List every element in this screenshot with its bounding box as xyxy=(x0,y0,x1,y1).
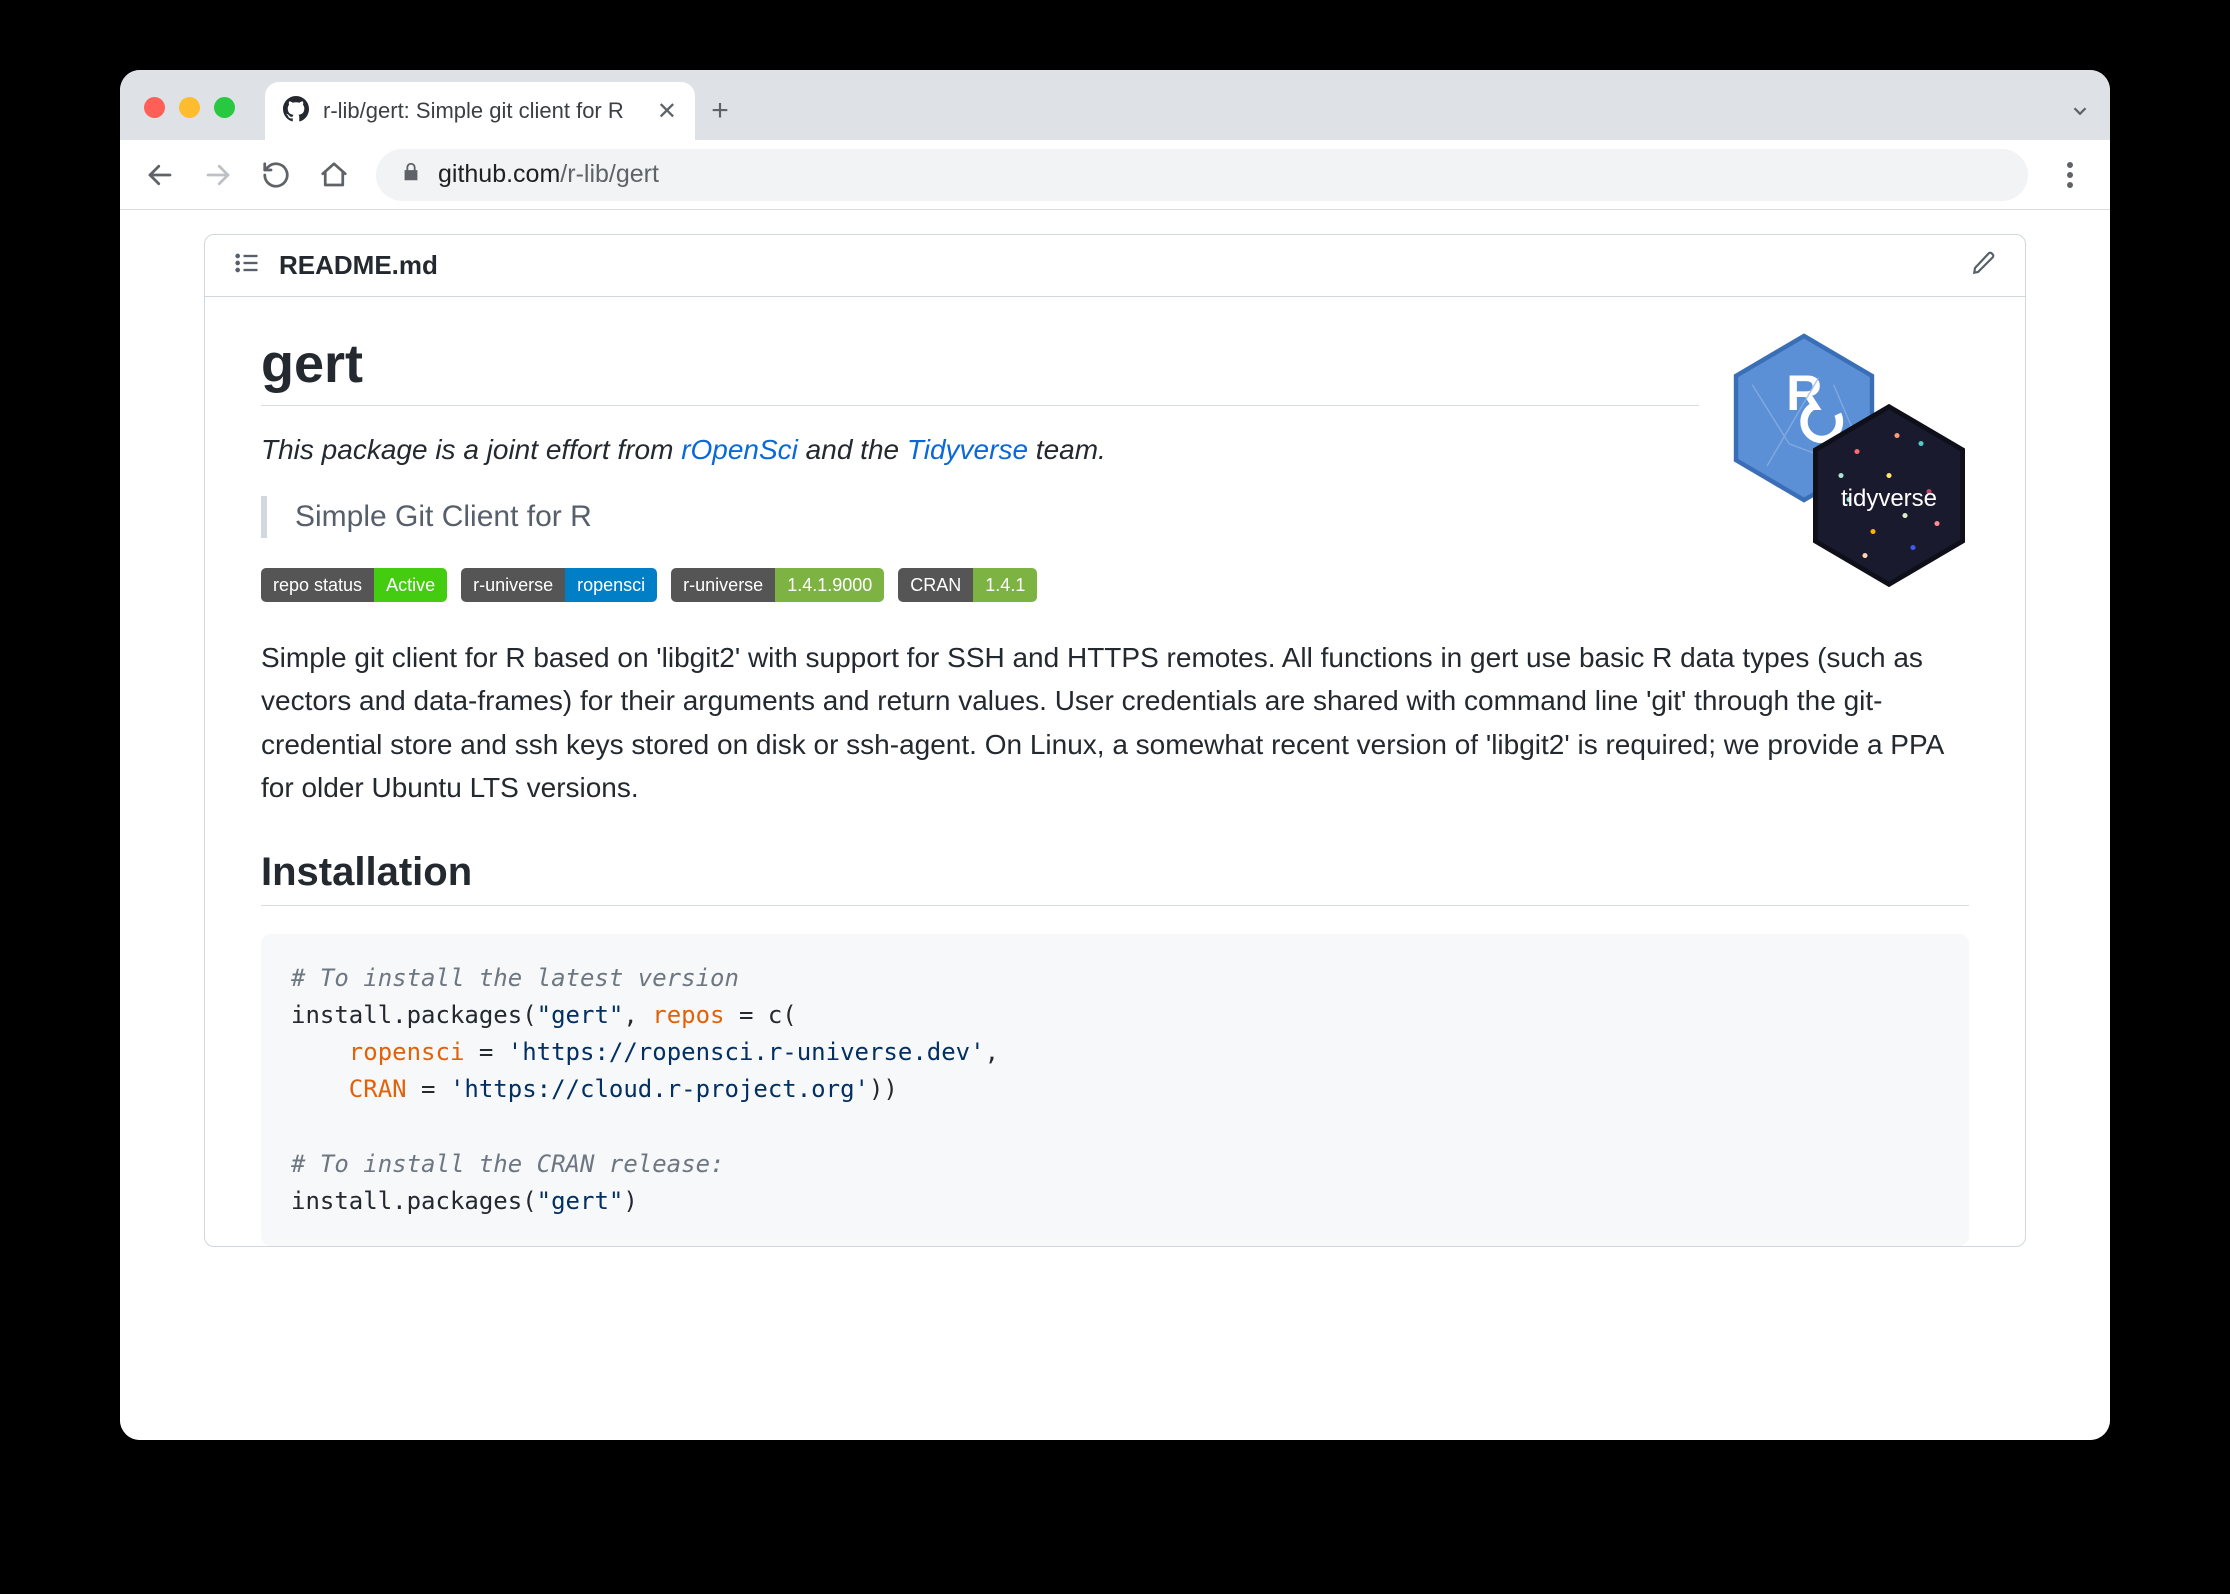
browser-menu-icon[interactable] xyxy=(2044,161,2096,189)
badges-row: repo statusActive r-universeropensci r-uni… xyxy=(261,568,1699,602)
tab-list-dropdown-icon[interactable] xyxy=(2050,82,2110,140)
minimize-window-button[interactable] xyxy=(179,97,200,118)
package-description: Simple git client for R based on 'libgit… xyxy=(261,636,1969,810)
close-window-button[interactable] xyxy=(144,97,165,118)
readme-panel: README.md gert This package is a joint e… xyxy=(204,234,2026,1247)
new-tab-button[interactable]: + xyxy=(695,82,745,140)
readme-panel-header: README.md xyxy=(205,235,2025,297)
tab-close-icon[interactable]: ✕ xyxy=(657,97,677,126)
browser-window: r-lib/gert: Simple git client for R ✕ + … xyxy=(120,70,2110,1440)
page-content: README.md gert This package is a joint e… xyxy=(120,210,2110,1440)
tidyverse-hex-icon: tidyverse xyxy=(1809,403,1969,588)
readme-body: gert This package is a joint effort from… xyxy=(205,297,2025,1246)
badge[interactable]: CRAN1.4.1 xyxy=(898,568,1037,602)
toc-icon[interactable] xyxy=(233,249,261,282)
forward-button[interactable] xyxy=(192,149,244,201)
package-title: gert xyxy=(261,333,1699,406)
tagline-blockquote: Simple Git Client for R xyxy=(261,496,1699,538)
badge[interactable]: r-universe1.4.1.9000 xyxy=(671,568,884,602)
hex-logos: R xyxy=(1729,333,1969,593)
browser-tab[interactable]: r-lib/gert: Simple git client for R ✕ xyxy=(265,82,695,140)
badge[interactable]: repo statusActive xyxy=(261,568,447,602)
tab-title: r-lib/gert: Simple git client for R xyxy=(323,98,643,124)
readme-filename: README.md xyxy=(279,250,438,281)
edit-icon[interactable] xyxy=(1971,250,1997,281)
reload-button[interactable] xyxy=(250,149,302,201)
package-subtitle: This package is a joint effort from rOpe… xyxy=(261,434,1699,466)
window-controls xyxy=(120,97,259,140)
badge[interactable]: r-universeropensci xyxy=(461,568,657,602)
back-button[interactable] xyxy=(134,149,186,201)
install-code-block: # To install the latest version install.… xyxy=(261,934,1969,1246)
tab-strip: r-lib/gert: Simple git client for R ✕ + xyxy=(120,70,2110,140)
lock-icon xyxy=(400,161,422,188)
svg-text:tidyverse: tidyverse xyxy=(1841,485,1937,512)
address-bar[interactable]: github.com/r-lib/gert xyxy=(376,149,2028,201)
ropensci-link[interactable]: rOpenSci xyxy=(681,434,798,465)
browser-toolbar: github.com/r-lib/gert xyxy=(120,140,2110,210)
github-favicon-icon xyxy=(283,96,309,127)
url-text: github.com/r-lib/gert xyxy=(438,160,659,189)
home-button[interactable] xyxy=(308,149,360,201)
maximize-window-button[interactable] xyxy=(214,97,235,118)
installation-heading: Installation xyxy=(261,850,1969,906)
tidyverse-link[interactable]: Tidyverse xyxy=(907,434,1028,465)
